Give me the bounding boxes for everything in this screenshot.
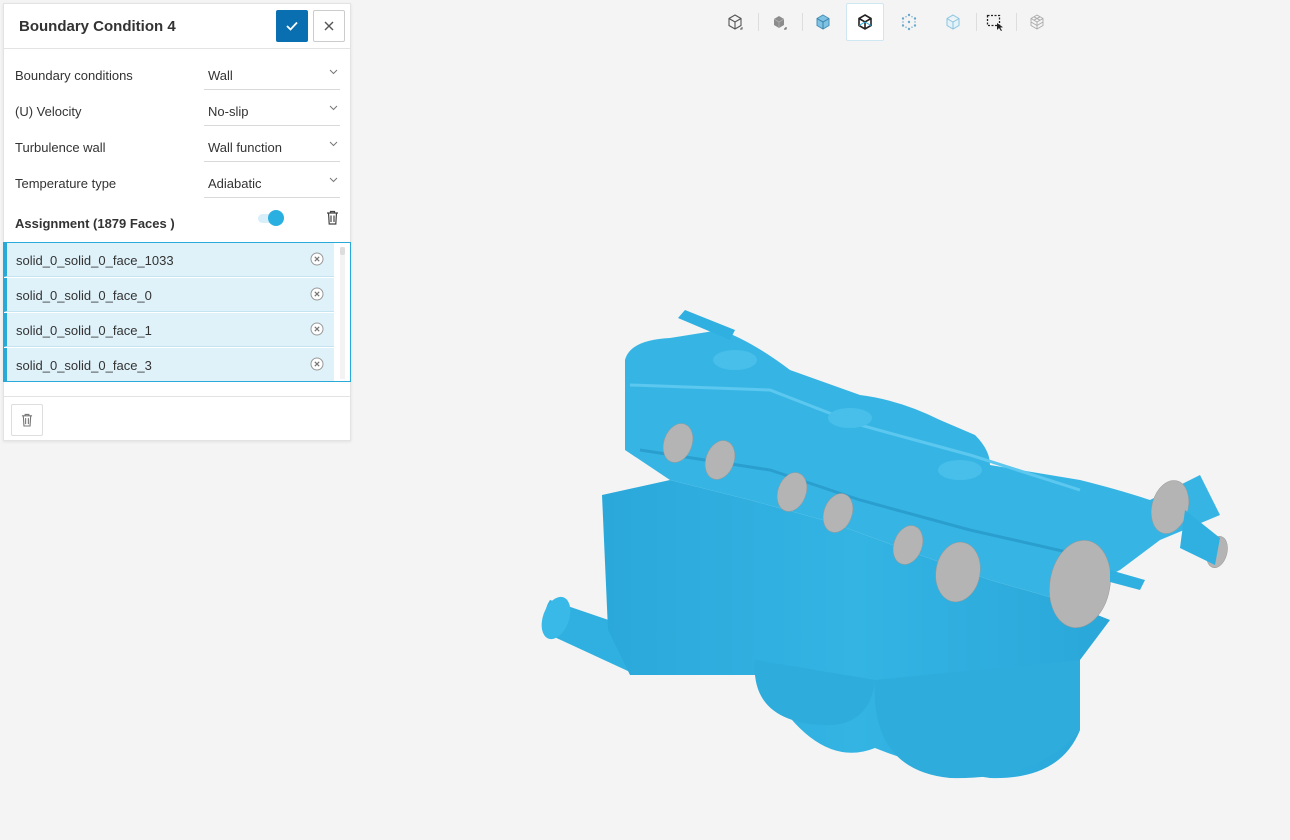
- toolbar-divider: [802, 13, 803, 31]
- prop-boundary-conditions: Boundary conditions Wall: [4, 56, 350, 92]
- remove-circle-icon[interactable]: [310, 322, 324, 336]
- trash-icon: [21, 413, 33, 427]
- faces-icon: [946, 14, 960, 30]
- reset-view-button[interactable]: [716, 3, 754, 41]
- prop-label: Boundary conditions: [15, 68, 133, 83]
- transparent-solid-icon: [816, 14, 830, 30]
- toolbar-divider: [1016, 13, 1017, 31]
- solid-view-button[interactable]: [760, 3, 798, 41]
- remove-circle-icon[interactable]: [310, 252, 324, 266]
- faces-button[interactable]: [934, 3, 972, 41]
- toggle-knob: [268, 210, 284, 226]
- close-icon: [324, 21, 334, 31]
- assignment-header: Assignment (1879 Faces ): [4, 204, 350, 240]
- chevron-down-icon: [329, 177, 338, 183]
- select-value: Wall function: [208, 140, 282, 155]
- list-item[interactable]: solid_0_solid_0_face_0: [4, 278, 334, 312]
- toolbar-divider: [758, 13, 759, 31]
- delete-condition-button[interactable]: [11, 404, 43, 436]
- points-icon: [901, 13, 917, 31]
- chevron-down-icon: [329, 105, 338, 111]
- assignment-label: Assignment (1879 Faces ): [15, 216, 175, 231]
- face-list-scrollbar[interactable]: [340, 247, 345, 379]
- panel-header: Boundary Condition 4: [4, 4, 350, 49]
- confirm-button[interactable]: [276, 10, 308, 42]
- list-item[interactable]: solid_0_solid_0_face_1: [4, 313, 334, 347]
- trash-icon: [327, 210, 338, 225]
- turbulence-wall-select[interactable]: Wall function: [204, 132, 340, 162]
- prop-turbulence-wall: Turbulence wall Wall function: [4, 128, 350, 164]
- prop-temperature-type: Temperature type Adiabatic: [4, 164, 350, 200]
- select-value: No-slip: [208, 104, 249, 119]
- boundary-conditions-select[interactable]: Wall: [204, 60, 340, 90]
- prop-velocity: (U) Velocity No-slip: [4, 92, 350, 128]
- chevron-down-icon: [329, 141, 338, 147]
- prop-label: (U) Velocity: [15, 104, 82, 119]
- close-button[interactable]: [313, 10, 345, 42]
- assignment-toggle[interactable]: [258, 210, 284, 226]
- engine-block-model[interactable]: [520, 300, 1240, 790]
- remove-circle-icon[interactable]: [310, 287, 324, 301]
- points-button[interactable]: [890, 3, 928, 41]
- mesh-view-button[interactable]: [1018, 3, 1056, 41]
- clear-assignment-button[interactable]: [326, 210, 339, 230]
- transparent-solid-button[interactable]: [804, 3, 842, 41]
- panel-divider: [4, 396, 350, 397]
- scrollbar-thumb[interactable]: [340, 247, 345, 255]
- mesh-view-icon: [1030, 14, 1044, 30]
- viewer-toolbar: [714, 3, 1054, 41]
- face-name: solid_0_solid_0_face_0: [16, 288, 152, 303]
- 3d-viewport[interactable]: [520, 300, 1240, 790]
- prop-label: Temperature type: [15, 176, 117, 191]
- wireframe-solid-icon: [858, 14, 872, 30]
- select-value: Adiabatic: [208, 176, 262, 191]
- box-select-icon: [986, 14, 1003, 31]
- face-list[interactable]: solid_0_solid_0_face_1033 solid_0_solid_…: [3, 242, 351, 382]
- list-item[interactable]: solid_0_solid_0_face_1033: [4, 243, 334, 277]
- check-icon: [286, 21, 298, 31]
- panel-title: Boundary Condition 4: [19, 18, 176, 35]
- list-item[interactable]: solid_0_solid_0_face_3: [4, 348, 334, 381]
- temperature-type-select[interactable]: Adiabatic: [204, 168, 340, 198]
- face-name: solid_0_solid_0_face_3: [16, 358, 152, 373]
- select-value: Wall: [208, 68, 233, 83]
- box-select-button[interactable]: [976, 3, 1014, 41]
- prop-label: Turbulence wall: [15, 140, 106, 155]
- wireframe-solid-button[interactable]: [846, 3, 884, 41]
- face-name: solid_0_solid_0_face_1033: [16, 253, 174, 268]
- velocity-select[interactable]: No-slip: [204, 96, 340, 126]
- chevron-down-icon: [329, 69, 338, 75]
- face-name: solid_0_solid_0_face_1: [16, 323, 152, 338]
- solid-view-icon: [773, 16, 787, 30]
- remove-circle-icon[interactable]: [310, 357, 324, 371]
- boundary-condition-panel: Boundary Condition 4 Boundary conditions…: [3, 3, 351, 441]
- reset-view-icon: [728, 14, 743, 30]
